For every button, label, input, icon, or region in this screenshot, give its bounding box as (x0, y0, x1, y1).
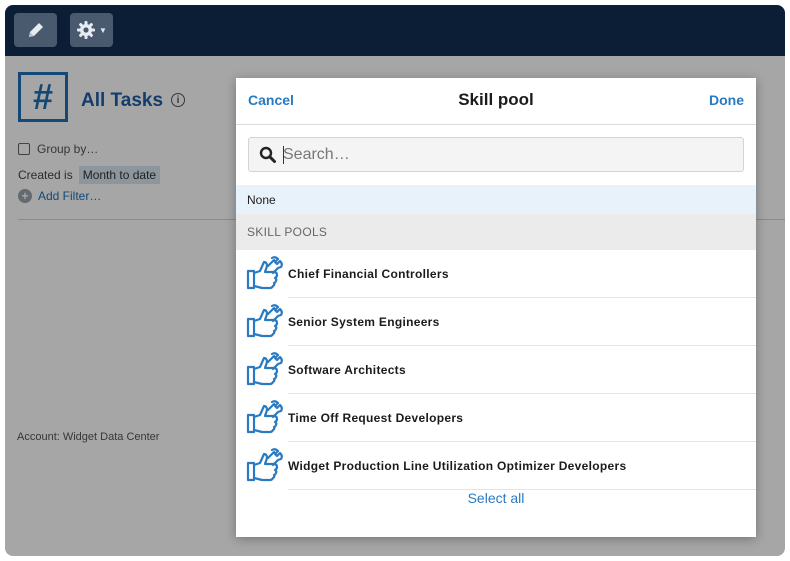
search-icon (259, 146, 276, 163)
search-box[interactable] (248, 137, 744, 172)
skill-pool-icon (246, 448, 283, 482)
skill-pool-icon (246, 352, 283, 386)
skill-pool-dialog: Cancel Skill pool Done None SKILL POOLS … (236, 78, 756, 537)
edit-button[interactable] (14, 13, 57, 47)
list-item[interactable]: Chief Financial Controllers (236, 250, 756, 298)
list-item-label: Software Architects (288, 363, 406, 377)
pencil-icon (28, 23, 43, 37)
done-button[interactable]: Done (709, 92, 744, 108)
select-all-button[interactable]: Select all (236, 490, 756, 506)
skill-pool-list: Chief Financial Controllers Senior Syste… (236, 250, 756, 490)
list-item[interactable]: Time Off Request Developers (236, 394, 756, 442)
skill-pool-icon (246, 256, 283, 290)
dialog-header: Cancel Skill pool Done (236, 78, 756, 125)
list-item[interactable]: Widget Production Line Utilization Optim… (236, 442, 756, 490)
list-item[interactable]: Software Architects (236, 346, 756, 394)
search-input[interactable] (283, 142, 733, 168)
list-item-label: Time Off Request Developers (288, 411, 464, 425)
section-header-skill-pools: SKILL POOLS (236, 214, 756, 250)
caret-down-icon: ▼ (99, 25, 107, 35)
settings-menu-button[interactable]: ▼ (70, 13, 113, 47)
list-item-label: Chief Financial Controllers (288, 267, 449, 281)
none-option[interactable]: None (236, 185, 756, 214)
top-toolbar: ▼ (5, 5, 785, 56)
gear-icon (77, 21, 96, 39)
dialog-title: Skill pool (458, 90, 534, 109)
skill-pool-icon (246, 304, 283, 338)
list-item-label: Senior System Engineers (288, 315, 440, 329)
skill-pool-icon (246, 400, 283, 434)
list-item[interactable]: Senior System Engineers (236, 298, 756, 346)
list-item-label: Widget Production Line Utilization Optim… (288, 459, 627, 473)
text-cursor (283, 146, 284, 164)
